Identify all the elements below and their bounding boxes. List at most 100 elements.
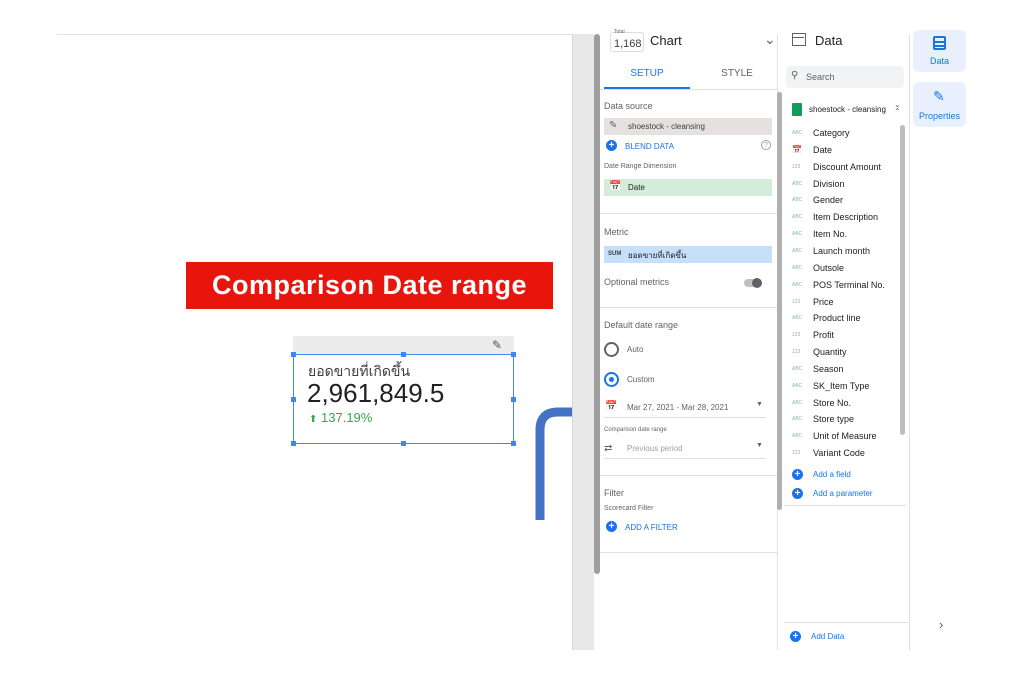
radio-custom[interactable]: [604, 372, 619, 387]
rail-properties-label: Properties: [918, 111, 961, 121]
resize-handle[interactable]: [291, 397, 296, 402]
field-item[interactable]: ABC Store No.: [792, 396, 851, 410]
field-type-badge: ABC: [792, 365, 803, 372]
resize-handle[interactable]: [511, 397, 516, 402]
field-item[interactable]: ABC Season: [792, 362, 844, 376]
comparison-date-range-banner: Comparison Date range: [186, 262, 553, 309]
field-item[interactable]: ABC POS Terminal No.: [792, 278, 885, 292]
resize-handle[interactable]: [291, 352, 296, 357]
edit-pencil-icon[interactable]: ✎: [492, 338, 502, 352]
tab-style[interactable]: STYLE: [694, 68, 780, 79]
field-name: SK_Item Type: [813, 380, 870, 391]
resize-handle[interactable]: [291, 441, 296, 446]
field-name: Discount Amount: [813, 161, 882, 172]
field-type-badge: 123: [792, 298, 801, 305]
default-date-range-label: Default date range: [604, 320, 679, 330]
chevron-down-icon[interactable]: ⌄: [764, 31, 776, 48]
field-item[interactable]: ABC Product line: [792, 311, 861, 325]
add-field-button[interactable]: Add a field: [813, 470, 851, 479]
field-name: Division: [813, 178, 845, 189]
field-item[interactable]: ABC Item Description: [792, 210, 878, 224]
field-item[interactable]: ABC Category: [792, 126, 850, 140]
chart-type-title[interactable]: Chart: [650, 33, 682, 48]
calendar-icon: 📅: [792, 145, 802, 155]
add-field-plus-icon[interactable]: +: [792, 469, 803, 480]
metric-label: Metric: [604, 227, 629, 237]
field-type-badge: ABC: [792, 433, 803, 440]
field-type-badge: ABC: [792, 281, 803, 288]
field-item[interactable]: ABC Gender: [792, 193, 843, 207]
chevron-right-icon[interactable]: ›: [939, 617, 943, 632]
data-source-chip[interactable]: ✎ shoestock - cleansing: [604, 118, 772, 135]
radio-auto[interactable]: [604, 342, 619, 357]
sheets-icon: [792, 103, 802, 116]
resize-handle[interactable]: [511, 441, 516, 446]
tab-setup[interactable]: SETUP: [604, 68, 690, 79]
resize-handle[interactable]: [401, 352, 406, 357]
search-input[interactable]: ⚲ Search: [786, 66, 904, 88]
canvas-side-edge: [572, 34, 594, 650]
resize-handle[interactable]: [511, 352, 516, 357]
badge-value: 1,168: [614, 38, 642, 50]
field-type-badge: ABC: [792, 214, 803, 221]
scorecard-delta-value: 137.19%: [321, 410, 373, 425]
add-parameter-plus-icon[interactable]: +: [792, 488, 803, 499]
field-item[interactable]: 123 Quantity: [792, 345, 847, 359]
date-range-dimension-label: Date Range Dimension: [604, 163, 677, 170]
field-item[interactable]: 📅 Date: [792, 143, 832, 157]
add-filter-plus-icon[interactable]: +: [606, 521, 617, 532]
radio-custom-label: Custom: [627, 375, 655, 384]
custom-date-range-value[interactable]: Mar 27, 2021 - Mar 28, 2021: [627, 403, 728, 412]
field-item[interactable]: 123 Discount Amount: [792, 160, 881, 174]
resize-handle[interactable]: [401, 441, 406, 446]
optional-metrics-toggle[interactable]: [744, 278, 762, 288]
field-name: Unit of Measure: [813, 431, 877, 442]
field-item[interactable]: ABC Store type: [792, 412, 854, 426]
field-name: Quantity: [813, 347, 847, 358]
tabs-divider: [600, 89, 778, 90]
field-name: POS Terminal No.: [813, 279, 885, 290]
comparison-date-range-label: Comparison date range: [604, 427, 667, 433]
chart-type-badge[interactable]: Total 1,168: [610, 29, 644, 52]
add-data-button[interactable]: Add Data: [811, 632, 844, 641]
comparison-date-range-value[interactable]: Previous period: [627, 444, 683, 453]
field-item[interactable]: ABC Outsole: [792, 261, 844, 275]
field-item[interactable]: ABC Item No.: [792, 227, 847, 241]
field-item[interactable]: 123 Profit: [792, 328, 834, 342]
expand-collapse-icon[interactable]: ⌄ ⌃: [894, 101, 901, 116]
field-type-badge: 123: [792, 450, 801, 457]
field-item[interactable]: ABC Division: [792, 177, 845, 191]
field-type-badge: ABC: [792, 382, 803, 389]
optional-metrics-label: Optional metrics: [604, 277, 670, 287]
add-parameter-button[interactable]: Add a parameter: [813, 489, 873, 498]
field-name: Price: [813, 296, 834, 307]
metric-chip[interactable]: SUM ยอดขายที่เกิดขึ้น: [604, 246, 772, 263]
field-list-scrollbar[interactable]: [900, 125, 905, 435]
scorecard-delta: ⬆ 137.19%: [309, 410, 372, 425]
pencil-icon[interactable]: ✎: [609, 120, 617, 131]
section-divider: [784, 505, 906, 506]
blend-plus-icon[interactable]: +: [606, 140, 617, 151]
filter-label: Filter: [604, 488, 624, 498]
field-item[interactable]: ABC Launch month: [792, 244, 870, 258]
pencil-icon: ✎: [933, 88, 945, 104]
rail-data-button[interactable]: Data: [913, 30, 966, 72]
field-item[interactable]: ABC SK_Item Type: [792, 379, 869, 393]
field-type-badge: ABC: [792, 197, 803, 204]
table-icon: [933, 36, 946, 50]
add-filter-button[interactable]: ADD A FILTER: [625, 523, 678, 532]
dropdown-arrow-icon[interactable]: ▼: [756, 442, 763, 449]
setup-panel-scrollbar[interactable]: [777, 92, 782, 510]
data-source-selector[interactable]: shoestock - cleansing: [809, 105, 886, 114]
blend-data-button[interactable]: BLEND DATA: [625, 142, 674, 151]
date-dimension-chip[interactable]: 📅 Date: [604, 179, 772, 196]
field-item[interactable]: 123 Variant Code: [792, 446, 865, 460]
data-panel-title: Data: [815, 33, 843, 48]
metric-aggregation[interactable]: SUM: [608, 251, 621, 257]
help-icon[interactable]: ?: [761, 140, 771, 150]
field-item[interactable]: 123 Price: [792, 295, 834, 309]
rail-properties-button[interactable]: ✎ Properties: [913, 82, 966, 127]
add-data-plus-icon[interactable]: +: [790, 631, 801, 642]
dropdown-arrow-icon[interactable]: ▼: [756, 401, 763, 408]
field-item[interactable]: ABC Unit of Measure: [792, 429, 877, 443]
